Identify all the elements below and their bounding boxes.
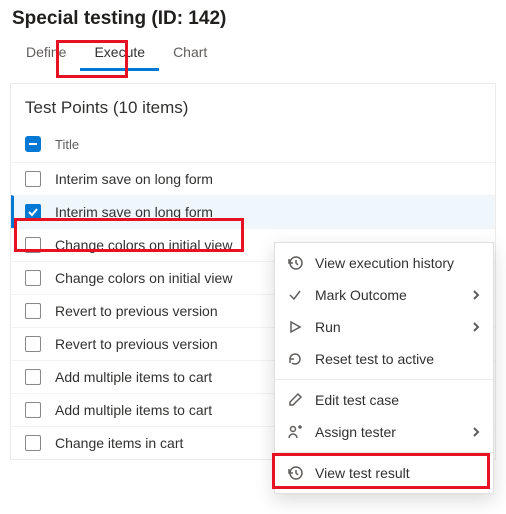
row-checkbox[interactable] (25, 237, 41, 253)
row-title: Change colors on initial view (55, 270, 232, 286)
row-checkbox[interactable] (25, 303, 41, 319)
page-title: Special testing (ID: 142) (0, 0, 506, 36)
row-title: Interim save on long form (55, 204, 213, 220)
reset-icon (287, 351, 303, 367)
row-checkbox[interactable] (25, 336, 41, 352)
history-icon (287, 465, 303, 481)
select-all-checkbox[interactable] (25, 136, 41, 152)
history-icon (287, 255, 303, 271)
menu-item-edit-test-case[interactable]: Edit test case (275, 384, 493, 416)
row-title: Revert to previous version (55, 336, 218, 352)
tabs: Define Execute Chart (0, 38, 506, 71)
chevron-right-icon (471, 424, 481, 440)
play-icon (287, 319, 303, 335)
tab-define[interactable]: Define (12, 38, 80, 71)
menu-item-view-execution-history[interactable]: View execution history (275, 247, 493, 279)
column-header-title: Title (55, 137, 79, 152)
menu-item-reset-test-to-active[interactable]: Reset test to active (275, 343, 493, 375)
menu-item-label: Run (315, 319, 341, 335)
table-row[interactable]: Interim save on long form (11, 162, 495, 195)
menu-separator (275, 379, 493, 380)
menu-item-label: Mark Outcome (315, 287, 407, 303)
menu-item-view-test-result[interactable]: View test result (275, 457, 493, 489)
tab-chart[interactable]: Chart (159, 38, 221, 71)
list-header: Title (11, 128, 495, 162)
menu-item-label: View test result (315, 465, 410, 481)
menu-item-label: Reset test to active (315, 351, 434, 367)
assign-icon (287, 424, 303, 440)
menu-item-run[interactable]: Run (275, 311, 493, 343)
row-title: Change colors on initial view (55, 237, 232, 253)
row-title: Interim save on long form (55, 171, 213, 187)
table-row[interactable]: Interim save on long form (11, 195, 495, 228)
tab-execute[interactable]: Execute (80, 38, 159, 71)
menu-separator (275, 452, 493, 453)
menu-item-label: Edit test case (315, 392, 399, 408)
row-checkbox[interactable] (25, 435, 41, 451)
menu-item-label: Assign tester (315, 424, 396, 440)
edit-icon (287, 392, 303, 408)
row-title: Add multiple items to cart (55, 369, 212, 385)
row-title: Add multiple items to cart (55, 402, 212, 418)
menu-item-label: View execution history (315, 255, 454, 271)
chevron-right-icon (471, 287, 481, 303)
row-checkbox[interactable] (25, 270, 41, 286)
menu-item-assign-tester[interactable]: Assign tester (275, 416, 493, 448)
row-checkbox[interactable] (25, 204, 41, 220)
row-checkbox[interactable] (25, 369, 41, 385)
row-checkbox[interactable] (25, 171, 41, 187)
context-menu: View execution history Mark Outcome Run Res… (274, 242, 494, 494)
row-title: Revert to previous version (55, 303, 218, 319)
check-icon (287, 287, 303, 303)
chevron-right-icon (471, 319, 481, 335)
panel-title: Test Points (10 items) (11, 84, 495, 128)
menu-item-mark-outcome[interactable]: Mark Outcome (275, 279, 493, 311)
row-title: Change items in cart (55, 435, 183, 451)
row-checkbox[interactable] (25, 402, 41, 418)
